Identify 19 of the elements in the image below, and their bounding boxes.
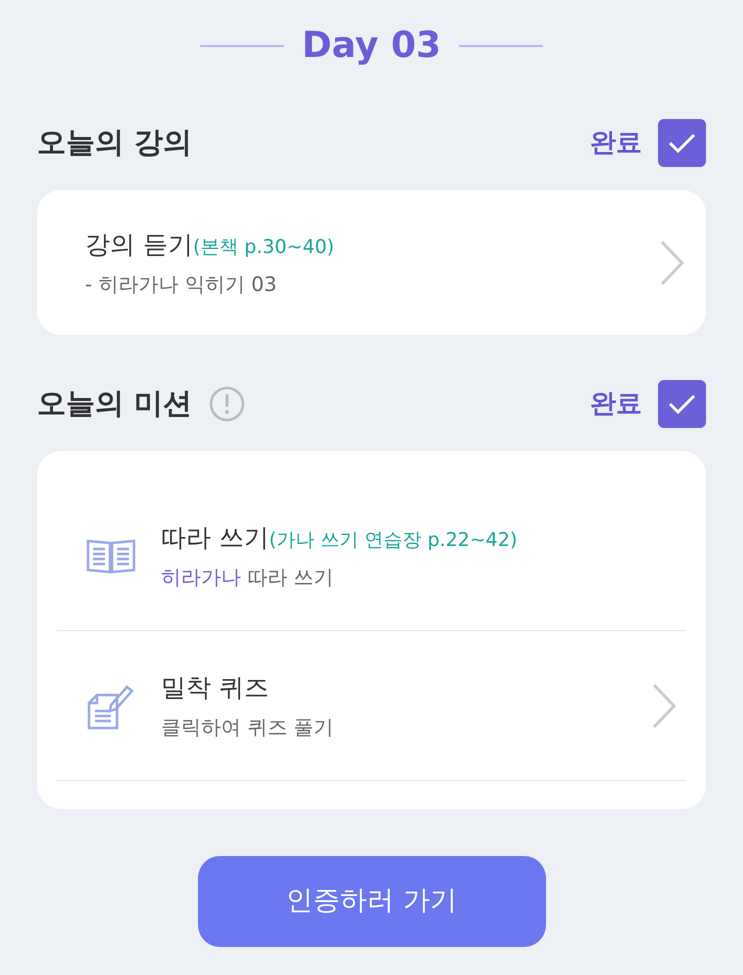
item-title: 밀착 퀴즈: [161, 672, 269, 702]
status-label: 완료: [590, 388, 642, 420]
highlight-text: 히라가나: [161, 565, 241, 590]
verify-button[interactable]: 인증하러 가기: [198, 856, 546, 947]
item-subtitle: 따라 쓰기: [247, 565, 334, 590]
item-subtitle: - 히라가나 익히기 03: [85, 272, 277, 296]
page-reference: (가나 쓰기 연습장 p.22~42): [268, 528, 518, 551]
check-icon: [667, 392, 697, 416]
item-subtitle: 클릭하여 퀴즈 풀기: [161, 715, 334, 740]
section-title: 오늘의 미션: [37, 385, 192, 422]
status-label: 완료: [590, 126, 642, 160]
item-title: 강의 듣기: [85, 230, 193, 259]
check-icon: [667, 131, 697, 155]
checkbox[interactable]: [658, 380, 706, 428]
section-title: 오늘의 강의: [37, 124, 192, 162]
page-reference: (본책 p.30~40): [192, 236, 334, 258]
day-title: Day 03: [302, 24, 442, 68]
checkbox[interactable]: [658, 119, 706, 167]
item-title: 따라 쓰기: [161, 522, 269, 552]
